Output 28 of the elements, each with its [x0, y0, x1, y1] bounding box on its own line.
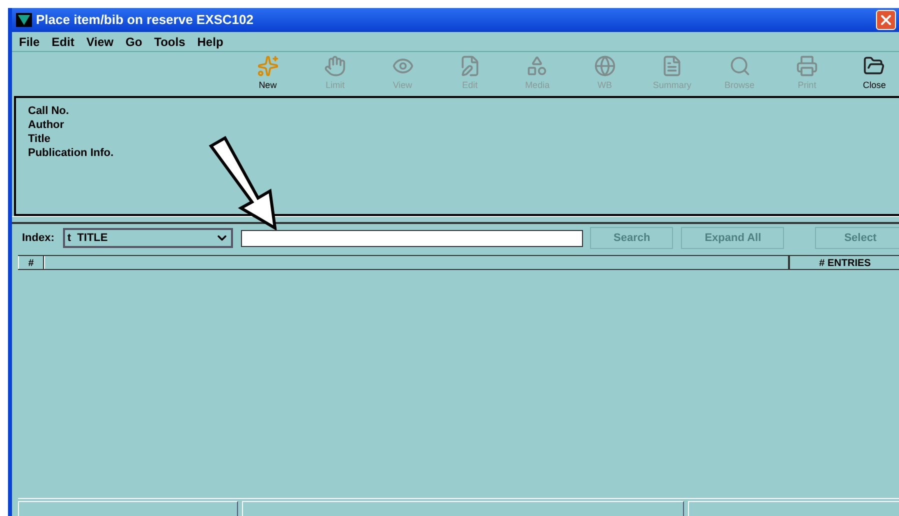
- globe-icon: [594, 54, 616, 76]
- window-title: Place item/bib on reserve EXSC102: [36, 11, 254, 30]
- toolbar-button[interactable]: New: [234, 54, 302, 92]
- search-input-field[interactable]: [241, 230, 584, 246]
- menu-item[interactable]: Help: [197, 32, 224, 50]
- field-label: Call No.: [28, 104, 70, 118]
- menu-item[interactable]: Go: [125, 32, 142, 50]
- index-dropdown[interactable]: t TITLE: [63, 228, 234, 248]
- index-label: Index:: [22, 230, 54, 246]
- folder-icon: [863, 54, 886, 76]
- field-label: Author: [28, 118, 66, 132]
- close-icon: [878, 12, 894, 28]
- column-header: # ENTRIES: [818, 257, 872, 269]
- hand-icon: [324, 54, 346, 76]
- close-button[interactable]: [876, 10, 896, 30]
- search-icon: [728, 54, 751, 76]
- field-label: Publication Info.: [28, 146, 115, 160]
- menu-item[interactable]: Edit: [52, 32, 74, 50]
- column-header: #: [18, 256, 44, 269]
- document-icon: [661, 54, 684, 76]
- shapes-icon: [526, 54, 548, 76]
- printer-icon: [796, 54, 818, 76]
- menu-item[interactable]: File: [19, 32, 40, 50]
- menu-item[interactable]: Tools: [154, 32, 186, 50]
- menu-item[interactable]: View: [86, 32, 114, 50]
- app-logo-icon: [16, 13, 32, 27]
- toolbar-button[interactable]: Close: [840, 54, 899, 92]
- field-label: Title: [28, 132, 52, 146]
